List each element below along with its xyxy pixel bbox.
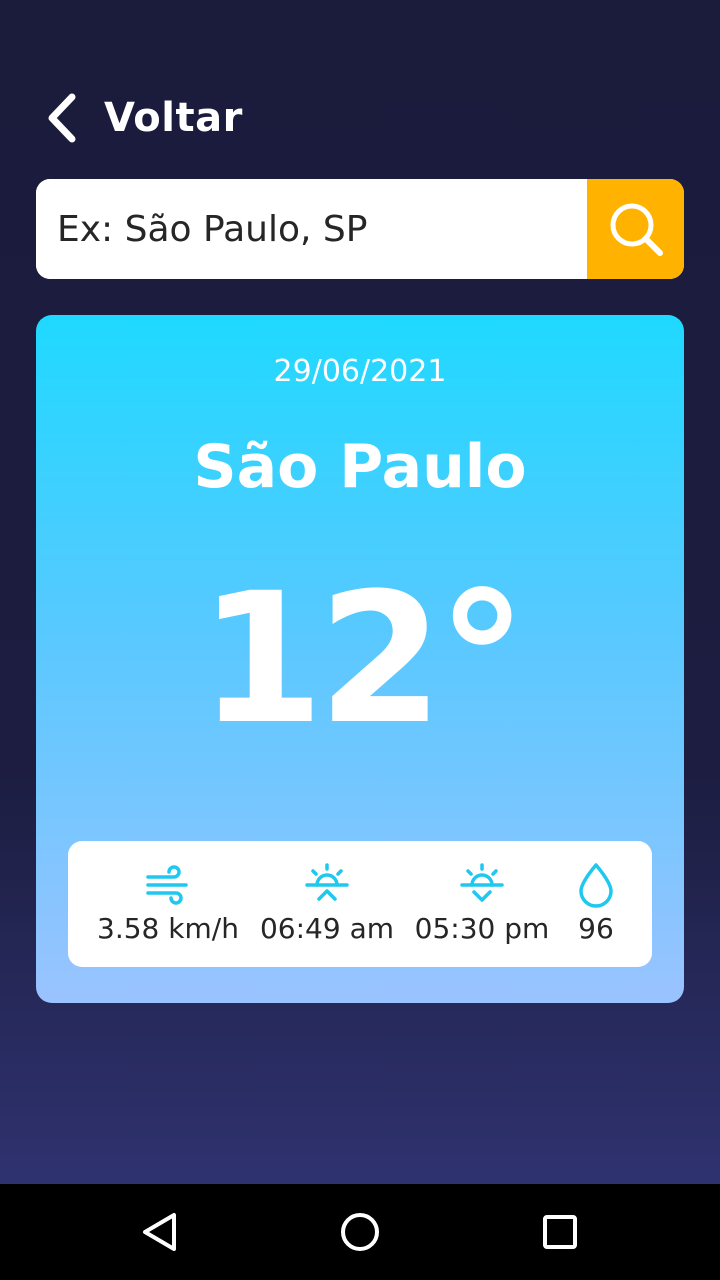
chevron-left-icon [48, 93, 76, 143]
sunset-icon [460, 863, 504, 902]
temperature: 12° [198, 555, 528, 764]
weather-stats-panel: 3.58 km/h 06:49 am 05:30 pm 96 [68, 841, 652, 967]
square-recents-icon [543, 1215, 577, 1249]
humidity-value: 96 [578, 912, 614, 945]
sunrise-icon [305, 863, 349, 901]
back-button[interactable]: Voltar [40, 86, 243, 150]
city-name: São Paulo [193, 432, 527, 502]
drop-icon [579, 863, 613, 908]
wind-icon [146, 865, 188, 905]
weather-screen: Voltar 29/06/2021 São Paulo 12° 3.58 km/… [0, 0, 720, 1184]
search-input[interactable] [36, 179, 587, 279]
sunrise-stat: 06:49 am [247, 861, 407, 945]
circle-home-icon [341, 1213, 379, 1251]
wind-stat: 3.58 km/h [88, 861, 248, 945]
triangle-back-icon [143, 1213, 176, 1251]
nav-back-button[interactable] [136, 1208, 184, 1256]
humidity-stat: 96 [516, 861, 676, 945]
nav-home-button[interactable] [336, 1208, 384, 1256]
search-button[interactable] [587, 179, 684, 279]
search-icon [610, 203, 663, 256]
nav-recents-button[interactable] [536, 1208, 584, 1256]
back-label: Voltar [104, 95, 243, 141]
android-nav-bar [0, 1184, 720, 1280]
sunrise-value: 06:49 am [259, 912, 395, 945]
search-bar [36, 179, 684, 279]
weather-date: 29/06/2021 [273, 354, 447, 389]
wind-value: 3.58 km/h [97, 912, 239, 945]
